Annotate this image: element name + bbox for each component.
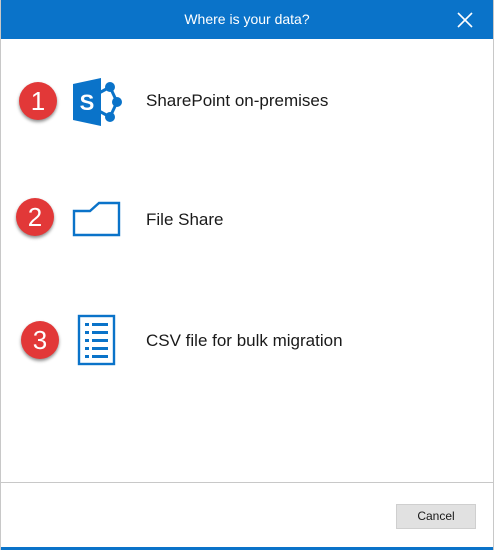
sharepoint-icon: S [73, 78, 122, 126]
step-badge-2: 2 [16, 198, 54, 236]
document-list-icon [77, 314, 116, 366]
option-label: File Share [146, 210, 224, 229]
folder-icon [72, 201, 121, 237]
close-icon [457, 12, 473, 28]
option-label: CSV file for bulk migration [146, 331, 343, 350]
step-badge-3: 3 [21, 321, 59, 359]
option-sharepoint[interactable]: 1 S SharePoint on-premises [1, 66, 421, 136]
close-button[interactable] [447, 2, 483, 38]
option-label: SharePoint on-premises [146, 91, 329, 110]
svg-text:S: S [80, 90, 95, 115]
footer-divider [1, 482, 493, 483]
step-badge-1: 1 [19, 82, 57, 120]
dialog-title: Where is your data? [184, 11, 310, 27]
migration-source-dialog: Where is your data? 1 S SharePoint on-pr… [0, 0, 494, 550]
option-csv-bulk[interactable]: 3 CSV file for bulk migration [1, 305, 421, 375]
option-file-share[interactable]: 2 File Share [1, 185, 421, 255]
cancel-button[interactable]: Cancel [396, 504, 476, 529]
title-bar: Where is your data? [1, 0, 493, 39]
